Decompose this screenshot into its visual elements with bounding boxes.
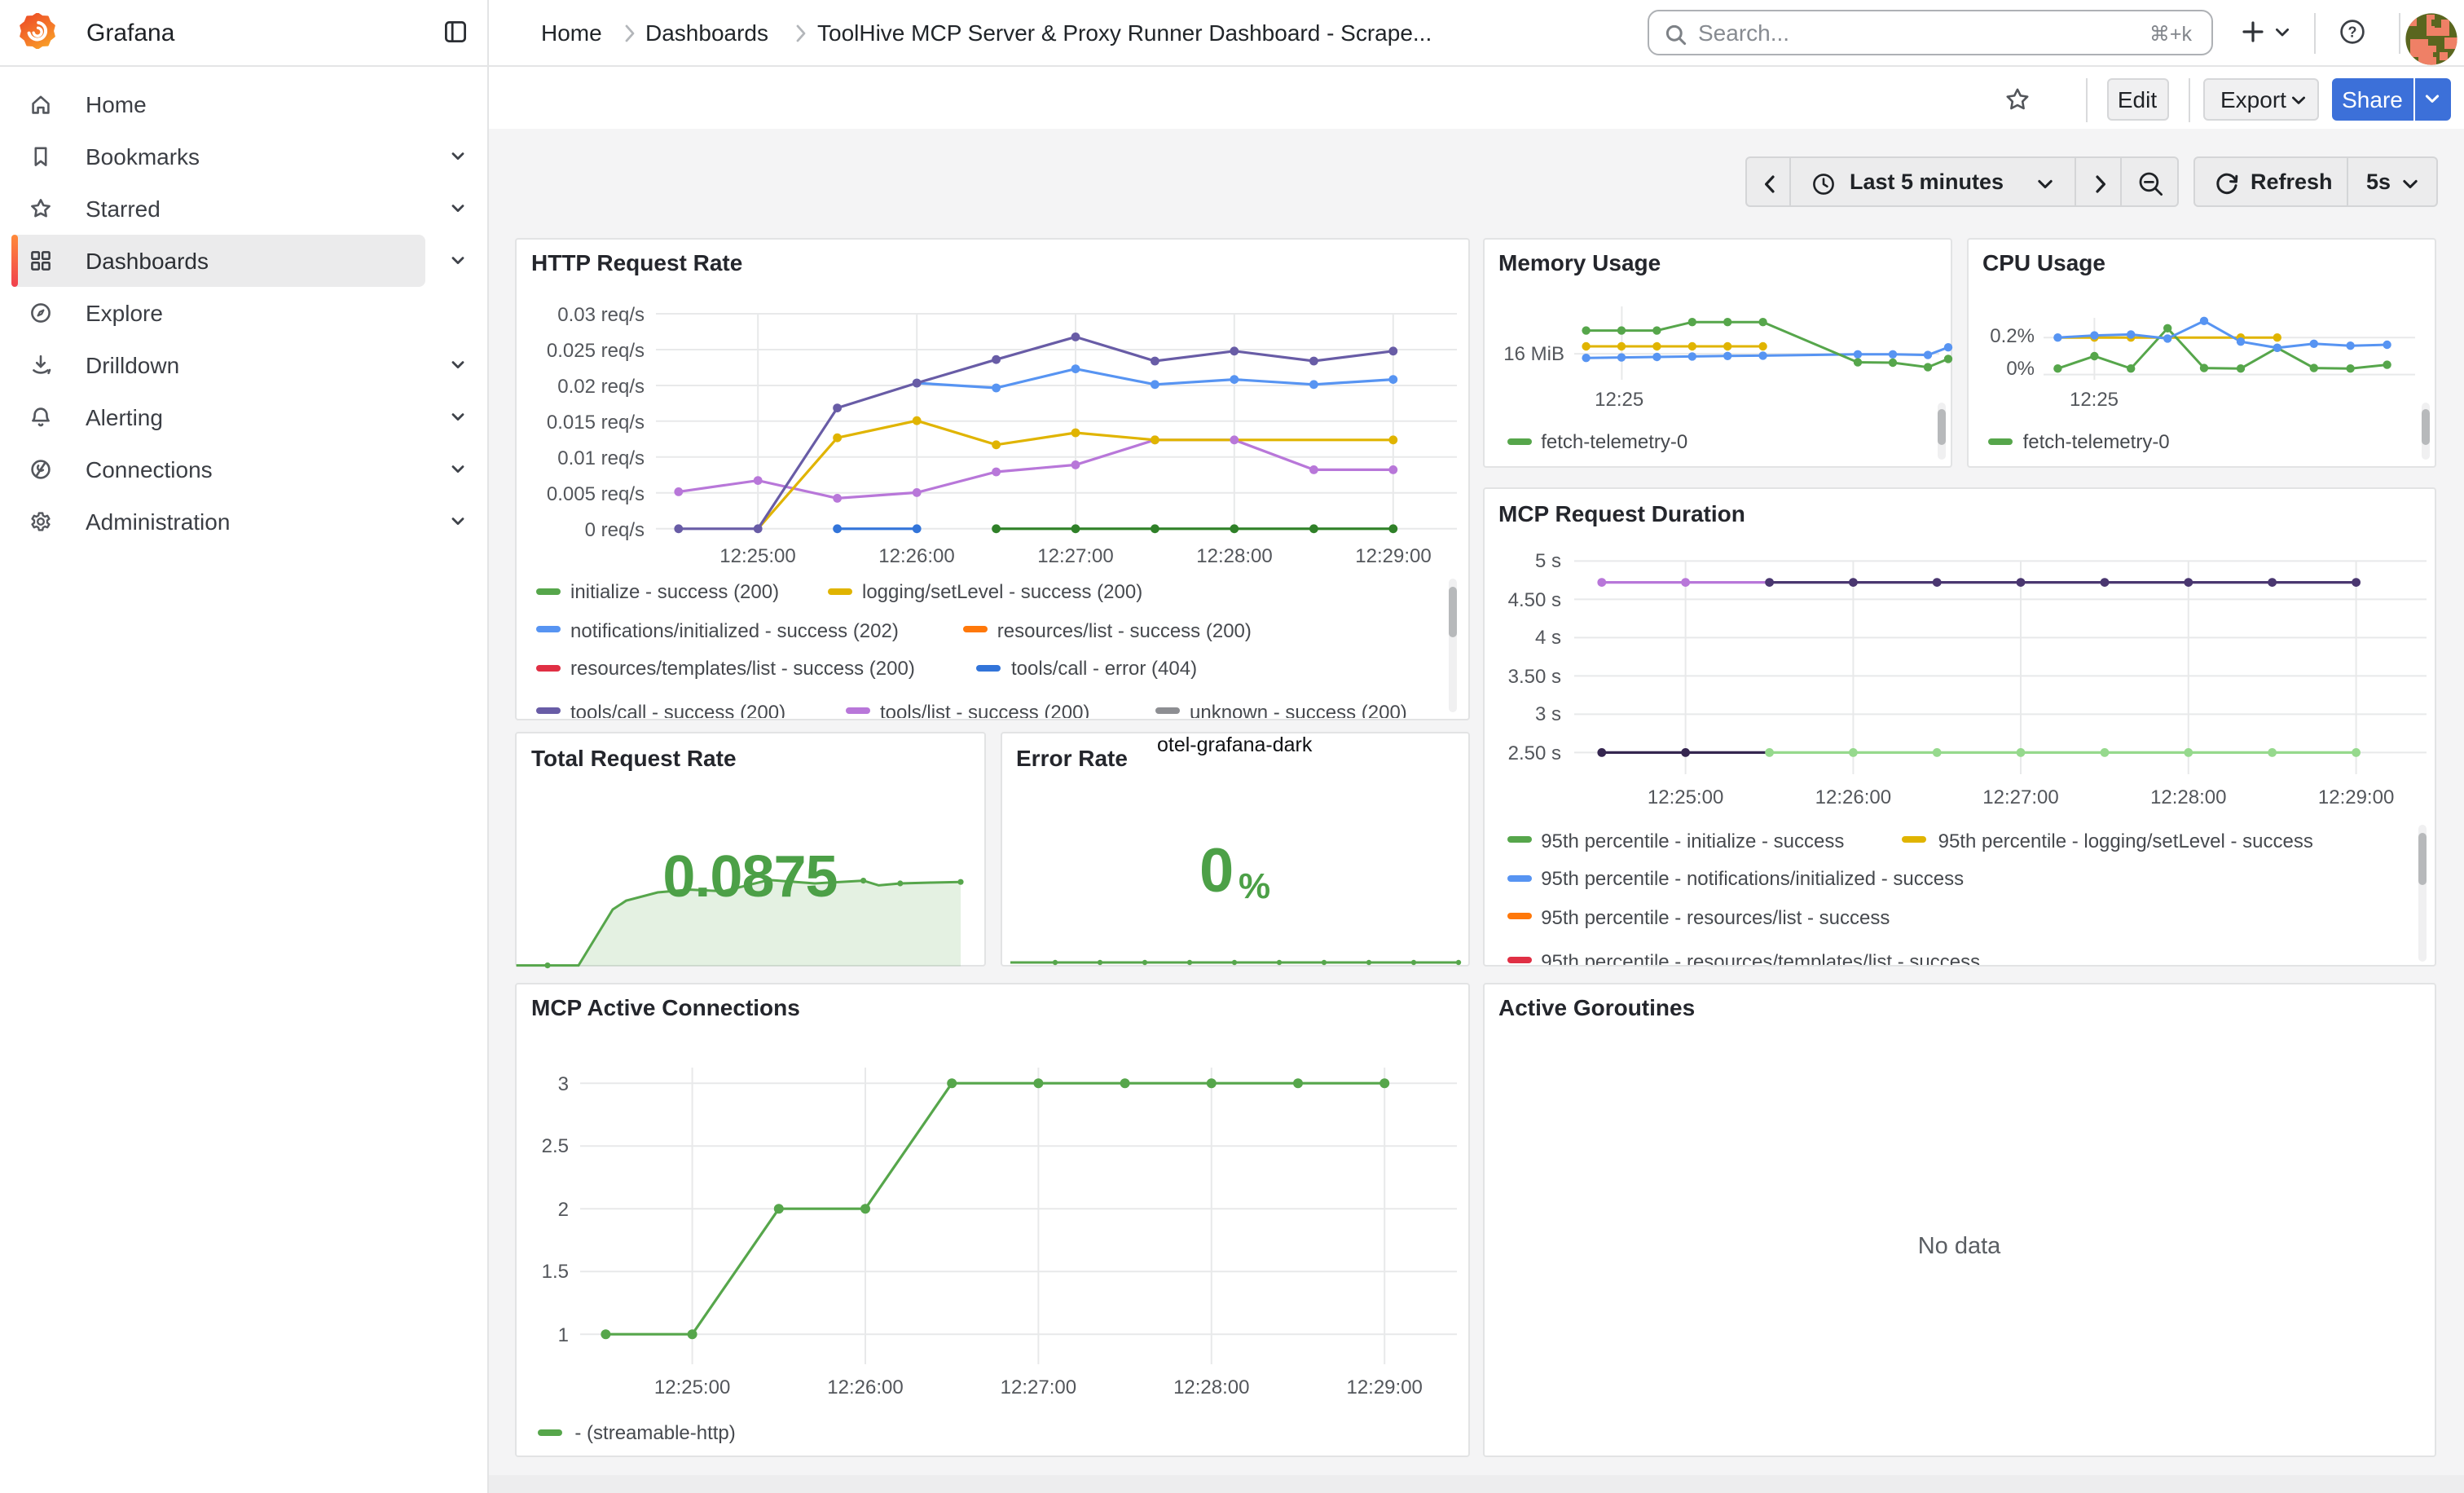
- svg-text:?: ?: [2347, 24, 2356, 41]
